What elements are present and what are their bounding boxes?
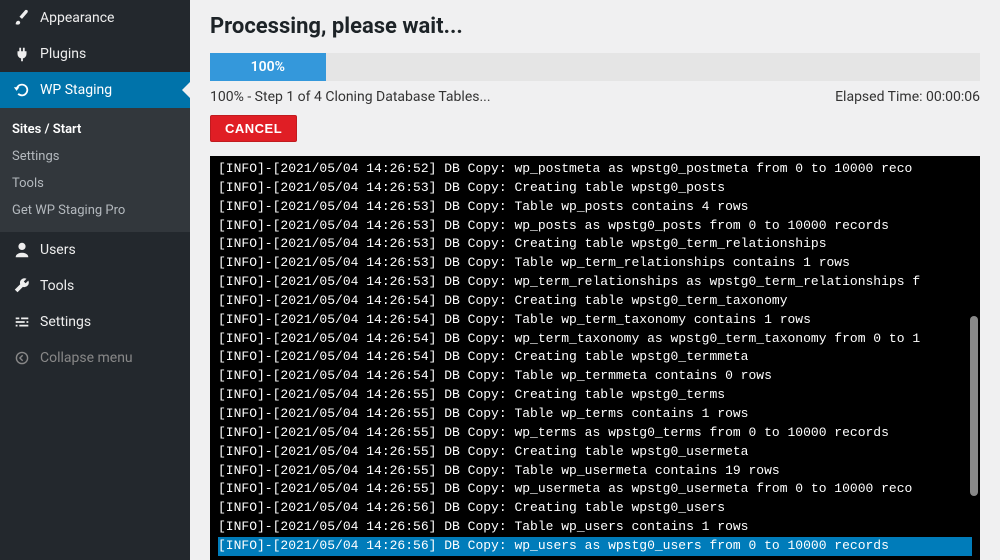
brush-icon [12, 8, 32, 28]
sidebar-sub-settings[interactable]: Settings [0, 143, 190, 170]
sidebar-item-label: Plugins [40, 46, 86, 62]
status-text: 100% - Step 1 of 4 Cloning Database Tabl… [210, 89, 491, 105]
progress-bar: 100% [210, 53, 980, 81]
log-line: [INFO]-[2021/05/04 14:26:55] DB Copy: wp… [218, 424, 972, 443]
log-line: [INFO]-[2021/05/04 14:26:55] DB Copy: Cr… [218, 443, 972, 462]
log-line: [INFO]-[2021/05/04 14:26:53] DB Copy: wp… [218, 273, 972, 292]
admin-sidebar: Appearance Plugins WP Staging Sites / St… [0, 0, 190, 560]
sidebar-item-label: Collapse menu [40, 350, 133, 366]
log-line: [INFO]-[2021/05/04 14:26:53] DB Copy: Cr… [218, 235, 972, 254]
log-line: [INFO]-[2021/05/04 14:26:55] DB Copy: Ta… [218, 405, 972, 424]
user-icon [12, 240, 32, 260]
sidebar-sub-label: Settings [12, 149, 59, 164]
sidebar-item-plugins[interactable]: Plugins [0, 36, 190, 72]
log-line: [INFO]-[2021/05/04 14:26:52] DB Copy: wp… [218, 160, 972, 179]
progress-text: 100% [251, 59, 285, 75]
log-line: [INFO]-[2021/05/04 14:26:56] DB Copy: Cr… [218, 499, 972, 518]
log-line: [INFO]-[2021/05/04 14:26:55] DB Copy: wp… [218, 480, 972, 499]
sidebar-item-appearance[interactable]: Appearance [0, 0, 190, 36]
log-line: [INFO]-[2021/05/04 14:26:55] DB Copy: Cr… [218, 386, 972, 405]
sidebar-item-label: Tools [40, 278, 74, 294]
sidebar-submenu: Sites / Start Settings Tools Get WP Stag… [0, 108, 190, 232]
log-line: [INFO]-[2021/05/04 14:26:53] DB Copy: Ta… [218, 198, 972, 217]
cancel-button[interactable]: CANCEL [210, 115, 297, 142]
sidebar-sub-sites-start[interactable]: Sites / Start [0, 116, 190, 143]
scrollbar-thumb[interactable] [970, 316, 978, 496]
log-line: [INFO]-[2021/05/04 14:26:53] DB Copy: wp… [218, 217, 972, 236]
cancel-row: CANCEL [210, 115, 980, 142]
log-line: [INFO]-[2021/05/04 14:26:54] DB Copy: Cr… [218, 292, 972, 311]
progress-fill: 100% [210, 53, 326, 81]
sidebar-item-label: Users [40, 242, 76, 258]
sidebar-item-label: WP Staging [40, 82, 112, 98]
log-line: [INFO]-[2021/05/04 14:26:55] DB Copy: Ta… [218, 462, 972, 481]
sidebar-item-wpstaging[interactable]: WP Staging [0, 72, 190, 108]
sidebar-item-label: Settings [40, 314, 91, 330]
log-line: [INFO]-[2021/05/04 14:26:54] DB Copy: wp… [218, 330, 972, 349]
log-line: [INFO]-[2021/05/04 14:26:53] DB Copy: Ta… [218, 254, 972, 273]
wrench-icon [12, 276, 32, 296]
sidebar-item-settings[interactable]: Settings [0, 304, 190, 340]
sidebar-sub-label: Get WP Staging Pro [12, 203, 125, 218]
log-line: [INFO]-[2021/05/04 14:26:54] DB Copy: Ta… [218, 367, 972, 386]
log-console: [INFO]-[2021/05/04 14:26:52] DB Copy: wp… [210, 156, 980, 560]
sidebar-sub-get-pro[interactable]: Get WP Staging Pro [0, 197, 190, 224]
log-line: [INFO]-[2021/05/04 14:26:54] DB Copy: Ta… [218, 311, 972, 330]
log-line: [INFO]-[2021/05/04 14:26:56] DB Copy: wp… [218, 537, 972, 556]
sliders-icon [12, 312, 32, 332]
sidebar-item-collapse[interactable]: Collapse menu [0, 340, 190, 376]
sidebar-item-label: Appearance [40, 10, 114, 26]
elapsed-time: Elapsed Time: 00:00:06 [835, 89, 980, 105]
refresh-icon [12, 80, 32, 100]
main-content: Processing, please wait... 100% 100% - S… [190, 0, 1000, 560]
sidebar-sub-label: Tools [12, 176, 44, 191]
sidebar-item-tools[interactable]: Tools [0, 268, 190, 304]
log-line: [INFO]-[2021/05/04 14:26:56] DB Copy: Ta… [218, 518, 972, 537]
status-row: 100% - Step 1 of 4 Cloning Database Tabl… [210, 89, 980, 105]
sidebar-sub-tools[interactable]: Tools [0, 170, 190, 197]
log-line: [INFO]-[2021/05/04 14:26:53] DB Copy: Cr… [218, 179, 972, 198]
collapse-icon [12, 348, 32, 368]
sidebar-item-users[interactable]: Users [0, 232, 190, 268]
log-line: [INFO]-[2021/05/04 14:26:54] DB Copy: Cr… [218, 348, 972, 367]
sidebar-sub-label: Sites / Start [12, 122, 81, 137]
page-title: Processing, please wait... [210, 14, 980, 39]
plugin-icon [12, 44, 32, 64]
